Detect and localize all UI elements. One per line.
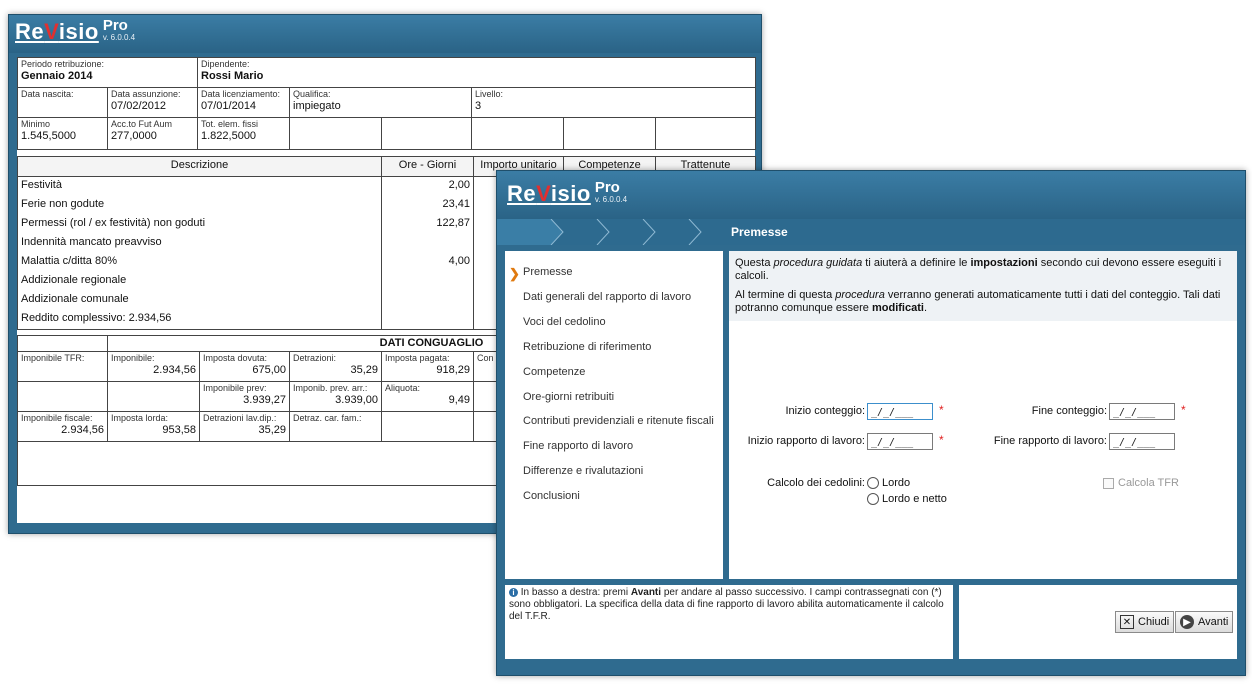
chiudi-button[interactable]: ✕ Chiudi — [1115, 611, 1175, 633]
tot-cell: Tot. elem. fissi 1.822,5000 — [197, 117, 290, 150]
checkbox-icon — [1103, 477, 1114, 489]
wizard-main-panel: Questa procedura guidata ti aiuterà a de… — [729, 251, 1237, 579]
step-competenze[interactable]: Competenze — [523, 366, 585, 378]
payslip-titlebar: ReVisio Pro v. 6.0.0.4 — [9, 15, 761, 53]
fine-rapporto-label: Fine rapporto di lavoro: — [993, 435, 1107, 447]
info-panel: i In basso a destra: premi Avanti per an… — [505, 585, 953, 659]
fine-rapporto-input[interactable]: _/_/___ — [1109, 433, 1175, 450]
close-icon: ✕ — [1120, 615, 1134, 629]
livello-cell: Livello: 3 — [470, 87, 757, 118]
step-conclusioni[interactable]: Conclusioni — [523, 490, 580, 502]
required-mark: * — [1181, 403, 1186, 417]
wizard-window: ReVisio Pro v. 6.0.0.4 Premesse ❯ Premess… — [496, 170, 1246, 676]
licenziamento-cell: Data licenziamento: 07/01/2014 — [197, 87, 290, 118]
nascita-cell: Data nascita: — [17, 87, 108, 118]
assunzione-cell: Data assunzione: 07/02/2012 — [107, 87, 198, 118]
info-icon: i — [509, 588, 518, 597]
step-premesse[interactable]: Premesse — [523, 266, 573, 278]
col-descrizione: Descrizione — [17, 156, 382, 177]
revisio-logo: ReVisio Pro v. 6.0.0.4 — [507, 179, 628, 206]
actions-panel: ✕ Chiudi ▶ Avanti — [959, 585, 1237, 659]
wizard-titlebar: ReVisio Pro v. 6.0.0.4 — [497, 171, 1245, 219]
required-mark: * — [939, 403, 944, 417]
step-contributi[interactable]: Contributi previdenziali e ritenute fisc… — [523, 415, 714, 427]
calcolo-cedolini-label: Calcolo dei cedolini: — [767, 477, 865, 489]
radio-circle-icon — [867, 493, 879, 505]
payslip-header-table: Periodo retribuzione: Gennaio 2014 Dipend… — [17, 57, 757, 150]
arrow-right-icon: ▶ — [1180, 615, 1194, 629]
calcola-tfr-checkbox[interactable]: Calcola TFR — [1103, 477, 1179, 489]
inizio-rapporto-label: Inizio rapporto di lavoro: — [747, 435, 865, 447]
step-title: Premesse — [731, 225, 788, 239]
fine-conteggio-input[interactable]: _/_/___ — [1109, 403, 1175, 420]
acc-cell: Acc.to Fut Aum 277,0000 — [107, 117, 198, 150]
col-ore: Ore - Giorni — [381, 156, 474, 177]
step-differenze[interactable]: Differenze e rivalutazioni — [523, 465, 643, 477]
step-progress-bar: Premesse — [497, 219, 1245, 245]
fine-conteggio-label: Fine conteggio: — [1031, 405, 1107, 417]
qualifica-cell: Qualifica: impiegato — [289, 87, 472, 118]
intro-text: Questa procedura guidata ti aiuterà a de… — [729, 251, 1237, 321]
inizio-rapporto-input[interactable]: _/_/___ — [867, 433, 933, 450]
step-dati-generali[interactable]: Dati generali del rapporto di lavoro — [523, 291, 691, 303]
step-fine-rapporto[interactable]: Fine rapporto di lavoro — [523, 440, 633, 452]
radio-lordo-netto[interactable]: Lordo e netto — [867, 493, 947, 505]
dipendente-cell: Dipendente: Rossi Mario — [196, 57, 757, 88]
step-retribuzione[interactable]: Retribuzione di riferimento — [523, 341, 651, 353]
current-step-arrow-icon: ❯ — [509, 266, 520, 281]
periodo-cell: Periodo retribuzione: Gennaio 2014 — [17, 57, 198, 88]
step-chevrons — [497, 219, 702, 245]
required-mark: * — [939, 433, 944, 447]
minimo-cell: Minimo 1.545,5000 — [17, 117, 108, 150]
inizio-conteggio-input[interactable]: _/_/___ — [867, 403, 933, 420]
revisio-logo: ReVisio Pro v. 6.0.0.4 — [15, 17, 136, 44]
radio-lordo[interactable]: Lordo — [867, 477, 910, 489]
avanti-button[interactable]: ▶ Avanti — [1175, 611, 1234, 633]
wizard-steps-nav: ❯ Premesse Dati generali del rapporto di… — [505, 251, 723, 579]
step-voci-cedolino[interactable]: Voci del cedolino — [523, 316, 606, 328]
step-ore-giorni[interactable]: Ore-giorni retribuiti — [523, 391, 614, 403]
radio-circle-icon — [867, 477, 879, 489]
inizio-conteggio-label: Inizio conteggio: — [785, 405, 866, 417]
